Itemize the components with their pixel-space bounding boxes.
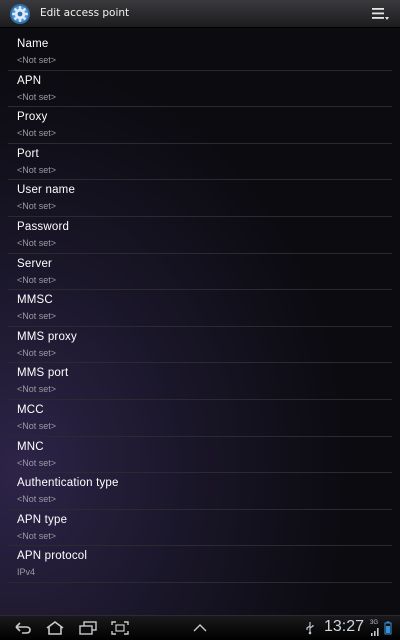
battery-icon [384,621,392,635]
field-label: APN [17,74,42,87]
field-label: Password [17,220,70,233]
field-value: <Not set> [17,55,57,65]
field-server[interactable]: Server <Not set> [8,254,392,291]
field-authentication-type[interactable]: Authentication type <Not set> [8,473,392,510]
field-mcc[interactable]: MCC <Not set> [8,400,392,437]
field-password[interactable]: Password <Not set> [8,217,392,254]
field-label: APN protocol [17,550,88,563]
apn-settings-list: Name <Not set> APN <Not set> Proxy <Not … [0,34,400,583]
field-value: <Not set> [17,347,57,358]
system-bar: 13:27 3G [0,615,400,640]
field-apn[interactable]: APN <Not set> [8,71,392,108]
notifications-up-icon[interactable] [191,621,209,635]
field-apn-protocol[interactable]: APN protocol IPv4 [8,546,392,583]
field-value: <Not set> [17,201,57,212]
field-value: <Not set> [17,164,57,175]
field-user-name[interactable]: User name <Not set> [8,180,392,217]
field-value: IPv4 [17,567,36,578]
screenshot-icon[interactable] [111,621,129,635]
field-proxy[interactable]: Proxy <Not set> [8,107,392,144]
field-port[interactable]: Port <Not set> [8,144,392,181]
home-icon[interactable] [45,621,65,635]
field-label: MCC [17,403,44,416]
field-label: Port [17,147,39,160]
field-mmsc[interactable]: MMSC <Not set> [8,290,392,327]
field-value: <Not set> [17,128,57,139]
action-bar: Edit access point [0,0,400,28]
recent-apps-icon[interactable] [79,621,97,635]
field-value: <Not set> [17,457,57,468]
field-label: APN type [17,513,68,526]
field-label: MNC [17,440,44,453]
field-value: <Not set> [17,420,57,431]
field-label: MMS proxy [17,330,77,343]
field-name[interactable]: Name <Not set> [8,34,392,71]
field-value: <Not set> [17,384,57,395]
network-type-label: 3G [370,620,379,626]
field-mnc[interactable]: MNC <Not set> [8,437,392,474]
field-label: MMS port [17,367,69,380]
field-label: Name [17,38,49,50]
field-mms-proxy[interactable]: MMS proxy <Not set> [8,327,392,364]
field-value: <Not set> [17,494,57,505]
page-title: Edit access point [40,7,130,19]
field-value: <Not set> [17,237,57,248]
field-value: <Not set> [17,274,57,285]
usb-icon [306,622,314,635]
field-label: Authentication type [17,477,119,490]
field-label: Proxy [17,111,48,124]
back-icon[interactable] [14,621,32,635]
field-mms-port[interactable]: MMS port <Not set> [8,363,392,400]
field-value: <Not set> [17,91,57,102]
field-label: Server [17,257,53,270]
field-label: User name [17,184,76,197]
field-apn-type[interactable]: APN type <Not set> [8,510,392,547]
signal-strength-icon [371,628,379,636]
field-value: <Not set> [17,530,57,541]
field-label: MMSC [17,294,53,307]
status-clock: 13:27 [324,618,365,635]
field-value: <Not set> [17,311,57,322]
settings-gear-icon[interactable] [9,3,31,25]
overflow-menu-icon[interactable] [370,6,390,22]
